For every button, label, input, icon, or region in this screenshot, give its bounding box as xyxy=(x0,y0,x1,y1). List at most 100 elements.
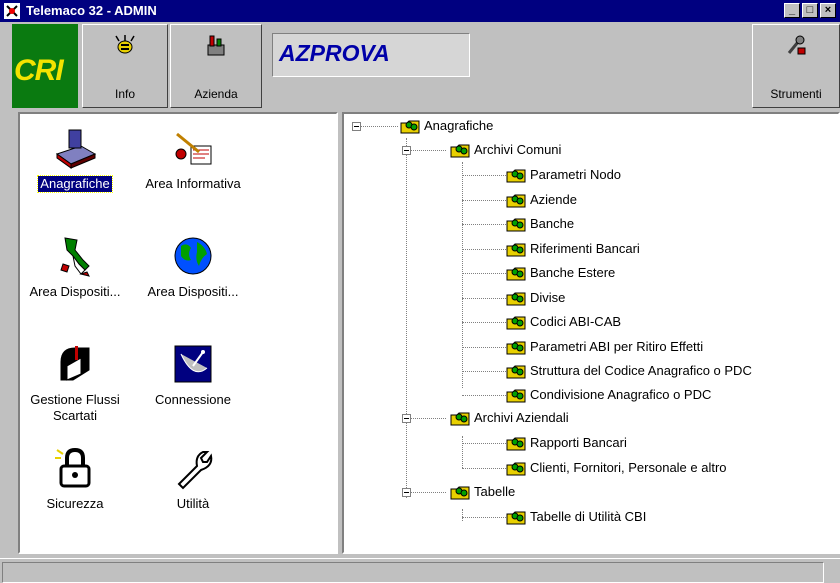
info-button-label: Info xyxy=(114,87,135,101)
folder-people-icon xyxy=(506,437,526,451)
tree-node-label: Tabelle xyxy=(474,484,516,499)
tree-connector xyxy=(462,175,506,177)
tree-connector xyxy=(406,150,446,152)
module-area-dispositiva-italia[interactable]: Area Dispositi... xyxy=(20,232,130,300)
tree-connector xyxy=(462,162,464,388)
module-label: Anagrafiche xyxy=(37,175,113,193)
azienda-button-label: Azienda xyxy=(194,87,238,101)
tree-connector xyxy=(462,200,506,202)
folder-people-icon xyxy=(450,144,470,158)
module-sicurezza[interactable]: Sicurezza xyxy=(20,444,130,512)
satellite-dish-icon xyxy=(174,345,212,383)
module-label: Area Informativa xyxy=(145,176,241,191)
module-label: Sicurezza xyxy=(46,496,104,511)
folder-people-icon xyxy=(506,341,526,355)
mailbox-icon xyxy=(60,346,90,381)
tree-connector xyxy=(462,371,506,373)
tree-node-label: Banche Estere xyxy=(530,265,616,280)
status-bar xyxy=(0,558,840,583)
module-label: Area Dispositi... xyxy=(147,284,239,299)
restore-button[interactable]: □ xyxy=(802,3,818,18)
module-connessione[interactable]: Connessione xyxy=(138,340,248,408)
module-panel: Anagrafiche Area Informativa Area Dispos… xyxy=(18,112,338,554)
tree-connector xyxy=(462,249,506,251)
tree-node-label: Rapporti Bancari xyxy=(530,435,627,450)
folder-people-icon xyxy=(506,243,526,257)
folder-people-icon xyxy=(450,412,470,426)
folder-people-icon xyxy=(400,120,420,134)
tree-node-label: Codici ABI-CAB xyxy=(530,314,622,329)
strumenti-button-label: Strumenti xyxy=(770,87,822,101)
tree-node-label: Struttura del Codice Anagrafico o PDC xyxy=(530,363,752,378)
collapse-toggle[interactable] xyxy=(352,122,361,131)
tree-node-label: Clienti, Fornitori, Personale e altro xyxy=(530,460,727,475)
title-bar[interactable]: Telemaco 32 - ADMIN _ □ × xyxy=(0,0,840,22)
tree-node-label: Parametri ABI per Ritiro Effetti xyxy=(530,339,704,354)
tree-connector xyxy=(462,468,506,470)
folder-people-icon xyxy=(506,194,526,208)
tree-panel: Anagrafiche Archivi Comuni Parametri Nod… xyxy=(342,112,840,554)
strumenti-button[interactable]: Strumenti xyxy=(752,24,840,108)
close-button[interactable]: × xyxy=(820,3,836,18)
status-field xyxy=(2,562,824,583)
tree-node-label: Parametri Nodo xyxy=(530,167,622,182)
italy-map-icon xyxy=(60,237,90,277)
azienda-button[interactable]: Azienda xyxy=(170,24,262,108)
tree-node-label: Aziende xyxy=(530,192,577,207)
module-label: Gestione Flussi Scartati xyxy=(30,392,120,423)
module-area-informativa[interactable]: Area Informativa xyxy=(138,124,248,192)
tree-connector xyxy=(462,224,506,226)
tree-connector xyxy=(462,298,506,300)
collapse-toggle[interactable] xyxy=(402,414,411,423)
collapse-toggle[interactable] xyxy=(402,146,411,155)
info-icon xyxy=(115,35,135,54)
tools-icon xyxy=(787,35,806,55)
factory-icon xyxy=(207,35,225,56)
tree-node-label: Divise xyxy=(530,290,566,305)
tree-connector xyxy=(358,126,398,128)
folder-people-icon xyxy=(450,486,470,500)
folder-people-icon xyxy=(506,511,526,525)
area-informativa-icon xyxy=(175,132,212,165)
tree-connector xyxy=(462,273,506,275)
stamp-icon xyxy=(55,129,97,169)
tree-node-label: Riferimenti Bancari xyxy=(530,241,640,256)
minimize-button[interactable]: _ xyxy=(784,3,800,18)
tree-connector xyxy=(406,492,446,494)
folder-people-icon xyxy=(506,169,526,183)
collapse-toggle[interactable] xyxy=(402,488,411,497)
module-label: Utilità xyxy=(176,496,210,511)
module-label: Area Dispositi... xyxy=(29,284,121,299)
company-code-display: AZPROVA xyxy=(272,33,470,77)
folder-people-icon xyxy=(506,218,526,232)
globe-icon xyxy=(174,237,212,275)
tree-node-label: Banche xyxy=(530,216,575,231)
tree-connector xyxy=(462,443,506,445)
tree-connector xyxy=(462,436,464,468)
module-utilita[interactable]: Utilità xyxy=(138,444,248,512)
cri-logo: CRI xyxy=(12,24,78,108)
tree-connector xyxy=(406,138,408,498)
info-button[interactable]: Info xyxy=(82,24,168,108)
folder-people-icon xyxy=(506,389,526,403)
module-gestione-flussi-scartati[interactable]: Gestione Flussi Scartati xyxy=(20,340,130,424)
tree-connector xyxy=(462,322,506,324)
folder-people-icon xyxy=(506,292,526,306)
tree-node-label: Archivi Aziendali xyxy=(474,410,569,425)
module-anagrafiche[interactable]: Anagrafiche xyxy=(20,124,130,193)
folder-people-icon xyxy=(506,316,526,330)
tree-connector xyxy=(406,418,446,420)
logo-text: CRI xyxy=(14,54,64,87)
tree-connector xyxy=(462,395,506,397)
tree-connector xyxy=(462,517,506,519)
tree-node-label: Condivisione Anagrafico o PDC xyxy=(530,387,712,402)
folder-people-icon xyxy=(506,267,526,281)
window-title: Telemaco 32 - ADMIN xyxy=(26,3,157,18)
app-icon[interactable] xyxy=(4,3,20,19)
folder-people-icon xyxy=(506,462,526,476)
tree-connector xyxy=(462,509,464,521)
tree-connector xyxy=(462,347,506,349)
folder-people-icon xyxy=(506,365,526,379)
module-area-dispositiva-estero[interactable]: Area Dispositi... xyxy=(138,232,248,300)
wrench-icon xyxy=(177,451,213,490)
